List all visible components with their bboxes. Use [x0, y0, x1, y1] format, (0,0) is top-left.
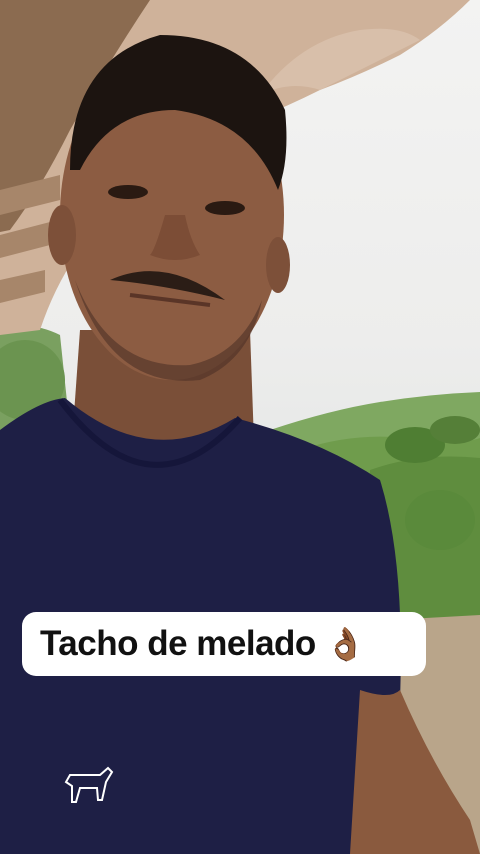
caption-banner: Tacho de melado 👌🏾 [22, 612, 426, 676]
ok-hand-emoji: 👌🏾 [325, 626, 366, 662]
person-figure [0, 35, 480, 854]
video-frame [0, 0, 480, 854]
caption-text: Tacho de melado [40, 624, 316, 663]
